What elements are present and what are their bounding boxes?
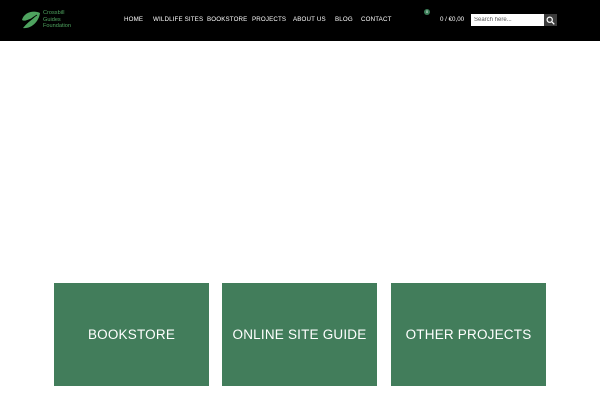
nav-item-blog[interactable]: BLOG <box>335 16 353 23</box>
other-projects-tile[interactable]: OTHER PROJECTS <box>391 283 546 386</box>
online-site-guide-tile[interactable]: ONLINE SITE GUIDE <box>222 283 377 386</box>
online-site-guide-tile-label: ONLINE SITE GUIDE <box>232 327 367 342</box>
nav-item-home[interactable]: HOME <box>124 16 143 23</box>
cart-count-badge[interactable]: 0 <box>424 9 430 15</box>
search-input[interactable] <box>471 14 544 26</box>
search-button[interactable] <box>544 14 557 26</box>
bookstore-tile-label: BOOKSTORE <box>87 327 176 342</box>
other-projects-tile-label: OTHER PROJECTS <box>405 327 532 342</box>
nav-item-about-us[interactable]: ABOUT US <box>293 16 326 23</box>
nav-item-contact[interactable]: CONTACT <box>361 16 392 23</box>
site-header: Crossbill Guides Foundation HOME WILDLIF… <box>0 0 600 41</box>
nav-item-bookstore[interactable]: BOOKSTORE <box>207 16 247 23</box>
nav-item-projects[interactable]: PROJECTS <box>252 16 286 23</box>
bookstore-tile[interactable]: BOOKSTORE <box>54 283 209 386</box>
nav-item-wildlife-sites[interactable]: WILDLIFE SITES <box>153 16 203 23</box>
search-icon <box>546 16 555 25</box>
cart-summary[interactable]: 0 / €0,00 <box>440 16 464 23</box>
